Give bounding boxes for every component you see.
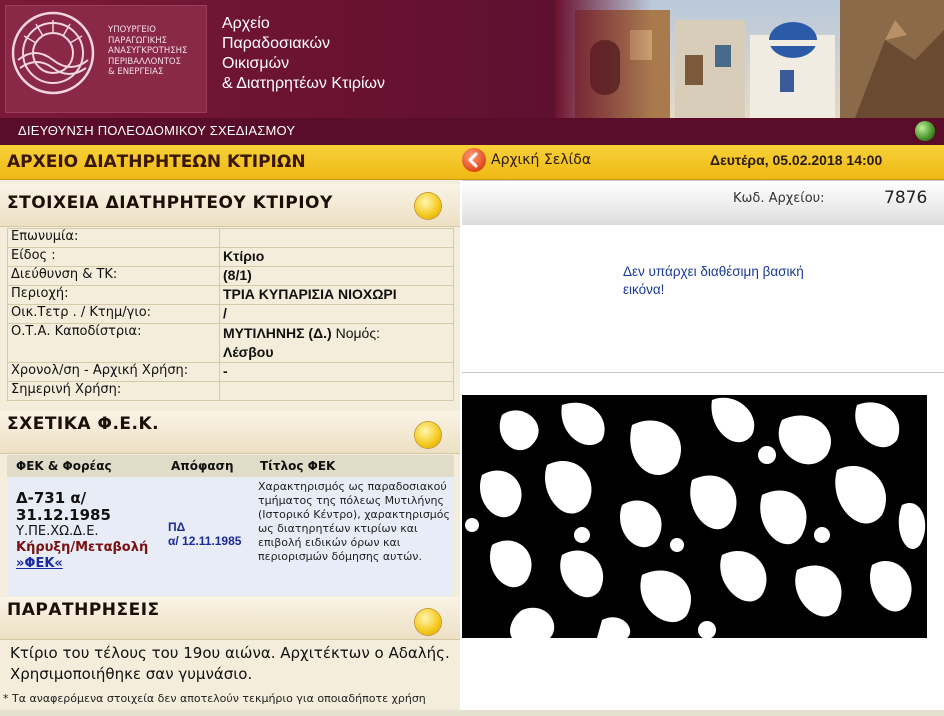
remarks-text: Κτίριο του τέλους του 19ου αιώνα. Αρχιτέ… (10, 644, 450, 683)
arrow-left-icon (468, 152, 478, 168)
fek-decision: ΠΔ α/ 12.11.1985 (168, 520, 258, 548)
property-value: ΜΥΤΙΛΗΝΗΣ (Δ.) Νομός: Λέσβου (219, 323, 454, 363)
globe-icon[interactable] (915, 121, 935, 141)
bottom-border (0, 710, 944, 716)
site-title-line: Αρχείο (222, 15, 270, 32)
archive-title: ΑΡΧΕΙΟ ΔΙΑΤΗΡΗΤΕΩΝ ΚΤΙΡΙΩΝ (7, 152, 306, 172)
property-label: Χρονολ/ση - Αρχική Χρήση: (7, 362, 220, 382)
property-value (219, 381, 454, 401)
table-row: Διεύθυνση & ΤΚ: (8/1) (7, 266, 454, 286)
ministry-line: ΥΠΟΥΡΓΕΙΟ (108, 25, 156, 35)
fek-action: Κήρυξη/Μεταβολή (16, 540, 149, 555)
collapse-toggle-icon[interactable] (415, 422, 441, 448)
property-value: / (219, 304, 454, 324)
property-label: Σημερινή Χρήση: (7, 381, 220, 401)
home-back-icon[interactable] (462, 148, 486, 172)
column-header: Τίτλος ΦΕΚ (260, 459, 336, 473)
department-name: ΔΙΕΥΘΥΝΣΗ ΠΟΛΕΟΔΟΜΙΚΟΥ ΣΧΕΔΙΑΣΜΟΥ (18, 123, 296, 138)
fek-document-link[interactable]: »ΦΕΚ« (16, 556, 166, 572)
column-header: Απόφαση (171, 459, 234, 473)
ministry-name: ΥΠΟΥΡΓΕΙΟ ΠΑΡΑΓΩΓΙΚΗΣ ΑΝΑΣΥΓΚΡΟΤΗΣΗΣ ΠΕΡ… (108, 25, 204, 78)
property-value: ΤΡΙΑ ΚΥΠΑΡΙΣΙΑ ΝΙΟΧΩΡΙ (219, 285, 454, 305)
table-row: Επωνυμία: (7, 228, 454, 248)
building-properties-table: Επωνυμία: Είδος : Κτίριο Διεύθυνση & ΤΚ:(… (7, 228, 454, 401)
municipality-value: ΜΥΤΙΛΗΝΗΣ (Δ.) (223, 325, 332, 341)
fek-reference: Δ-731 α/ 31.12.1985 Υ.ΠΕ.ΧΩ.Δ.Ε. Κήρυξη/… (16, 490, 166, 572)
building-section-title: ΣΤΟΙΧΕΙΑ ΔΙΑΤΗΡΗΤΕΟΥ ΚΤΙΡΙΟΥ (7, 193, 333, 213)
table-row: Περιοχή: ΤΡΙΑ ΚΥΠΑΡΙΣΙΑ ΝΙΟΧΩΡΙ (7, 285, 454, 305)
table-row: Οικ.Τετρ . / Κτημ/γιο: / (7, 304, 454, 324)
site-title-line: Παραδοσιακών (222, 35, 330, 52)
ministry-line: ΠΕΡΙΒΑΛΛΟΝΤΟΣ (108, 56, 181, 67)
header-photo-collage (555, 0, 944, 118)
property-label: Οικ.Τετρ . / Κτημ/γιο: (7, 304, 220, 324)
site-title: Αρχείο Παραδοσιακών Οικισμών & Διατηρητέ… (222, 14, 442, 94)
archive-code-value: 7876 (884, 188, 928, 208)
disclaimer-text: * Τα αναφερόμενα στοιχεία δεν αποτελούν … (3, 692, 426, 705)
property-label: Διεύθυνση & ΤΚ: (7, 266, 220, 286)
fek-organization: Υ.ΠΕ.ΧΩ.Δ.Ε. (16, 524, 99, 539)
building-section-header: ΣΤΟΙΧΕΙΑ ΔΙΑΤΗΡΗΤΕΟΥ ΚΤΙΡΙΟΥ (0, 184, 460, 227)
home-link[interactable]: Αρχική Σελίδα (491, 152, 591, 168)
property-value (219, 228, 454, 248)
ministry-line: ΠΑΡΑΓΩΓΙΚΗΣ (108, 35, 167, 46)
current-datetime: Δευτέρα, 05.02.2018 14:00 (710, 152, 883, 168)
decision-type: ΠΔ (168, 520, 186, 534)
table-row: Χρονολ/ση - Αρχική Χρήση: - (7, 362, 454, 382)
property-value: Κτίριο (219, 247, 454, 267)
divider (462, 372, 944, 373)
prefecture-value: Λέσβου (223, 344, 274, 360)
fek-section-header: ΣΧΕΤΙΚΑ Φ.Ε.Κ. (0, 411, 460, 454)
property-label: Επωνυμία: (7, 228, 220, 248)
site-title-line: & Διατηρητέων Κτιρίων (222, 75, 386, 92)
property-value: (8/1) (219, 266, 454, 286)
collapse-toggle-icon[interactable] (415, 193, 441, 219)
collapse-toggle-icon[interactable] (415, 609, 441, 635)
column-header: ΦΕΚ & Φορέας (16, 459, 112, 473)
no-image-message: Δεν υπάρχει διαθέσιμη βασική εικόνα! (623, 264, 804, 297)
decision-date: α/ 12.11.1985 (168, 534, 242, 548)
ministry-line: & ΕΝΕΡΓΕΙΑΣ (108, 67, 164, 77)
ministry-logo-icon (11, 11, 95, 95)
table-row: Ο.Τ.Α. Καποδίστρια: ΜΥΤΙΛΗΝΗΣ (Δ.) Νομός:… (7, 323, 454, 363)
remarks-section-header: ΠΑΡΑΤΗΡΗΣΕΙΣ (0, 597, 460, 640)
table-row: Σημερινή Χρήση: (7, 381, 454, 401)
fek-date: 31.12.1985 (16, 506, 111, 524)
ministry-line: ΑΝΑΣΥΓΚΡΟΤΗΣΗΣ (108, 46, 188, 56)
fek-code: Δ-731 α/ (16, 489, 87, 507)
prefecture-label: Νομός: (331, 325, 380, 341)
fek-section-title: ΣΧΕΤΙΚΑ Φ.Ε.Κ. (7, 414, 160, 434)
property-label: Είδος : (7, 247, 220, 267)
property-label: Ο.Τ.Α. Καποδίστρια: (7, 323, 220, 363)
fek-title-text: Χαρακτηρισμός ως παραδοσιακού τμήματος τ… (258, 480, 450, 563)
archive-code-bar (462, 180, 944, 225)
site-title-line: Οικισμών (222, 55, 290, 72)
table-row: Είδος : Κτίριο (7, 247, 454, 267)
remarks-section-title: ΠΑΡΑΤΗΡΗΣΕΙΣ (7, 600, 160, 620)
archive-code-label: Κωδ. Αρχείου: (733, 191, 825, 206)
property-value: - (219, 362, 454, 382)
property-label: Περιοχή: (7, 285, 220, 305)
location-map-image[interactable] (462, 395, 927, 638)
